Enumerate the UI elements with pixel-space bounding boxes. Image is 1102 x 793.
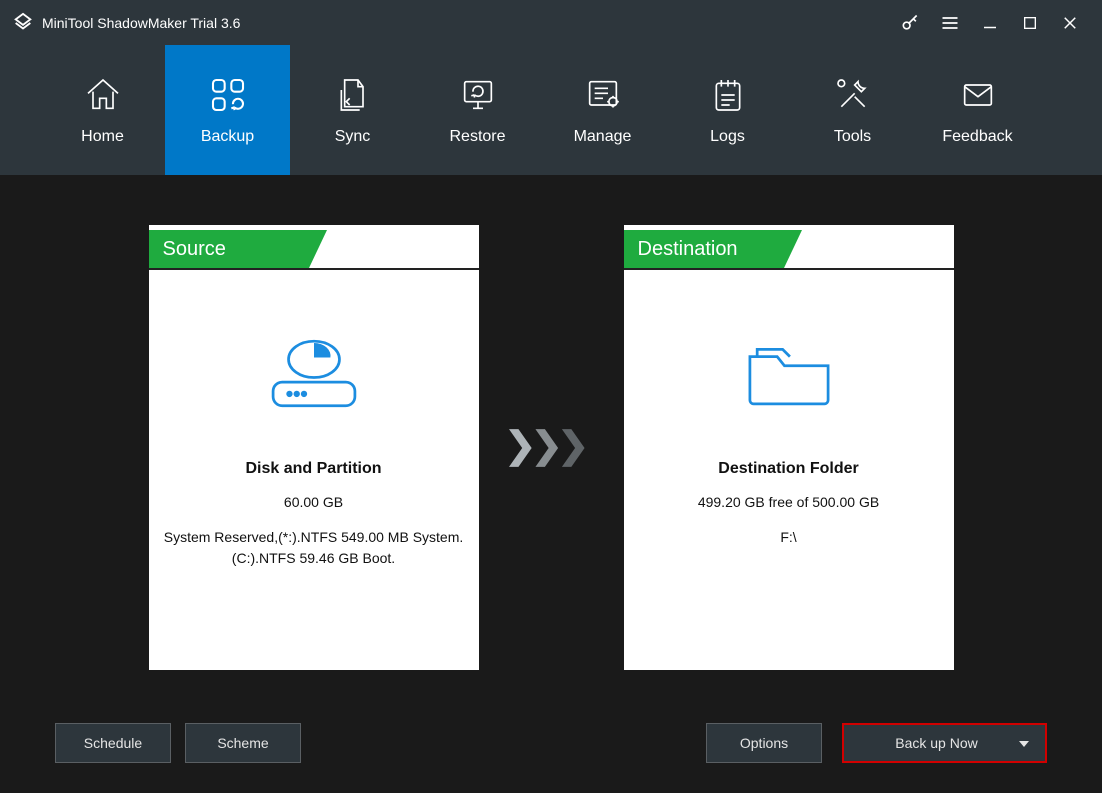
nav-tools[interactable]: Tools xyxy=(790,45,915,175)
nav-sync[interactable]: Sync xyxy=(290,45,415,175)
source-size: 60.00 GB xyxy=(274,492,353,513)
app-logo-icon xyxy=(12,12,34,34)
destination-free: 499.20 GB free of 500.00 GB xyxy=(688,492,889,513)
main-nav: Home Backup Sync Restore Manage Logs Too… xyxy=(0,45,1102,175)
scheme-button[interactable]: Scheme xyxy=(185,723,301,763)
cards-row: Source Disk and Partition 60.00 GB Syste… xyxy=(40,225,1062,670)
nav-logs[interactable]: Logs xyxy=(665,45,790,175)
nav-manage-label: Manage xyxy=(574,129,632,145)
arrows-icon xyxy=(509,428,594,468)
title-bar: MiniTool ShadowMaker Trial 3.6 xyxy=(0,0,1102,45)
key-icon[interactable] xyxy=(890,0,930,45)
menu-icon[interactable] xyxy=(930,0,970,45)
destination-path: F:\ xyxy=(770,527,806,548)
nav-restore-label: Restore xyxy=(449,129,505,145)
nav-home-label: Home xyxy=(81,129,124,145)
minimize-button[interactable] xyxy=(970,0,1010,45)
nav-home[interactable]: Home xyxy=(40,45,165,175)
source-detail: System Reserved,(*:).NTFS 549.00 MB Syst… xyxy=(149,527,479,569)
nav-feedback[interactable]: Feedback xyxy=(915,45,1040,175)
bottom-bar: Schedule Scheme Options Back up Now xyxy=(0,723,1102,763)
app-title: MiniTool ShadowMaker Trial 3.6 xyxy=(42,15,240,31)
nav-manage[interactable]: Manage xyxy=(540,45,665,175)
nav-feedback-label: Feedback xyxy=(942,129,1012,145)
maximize-button[interactable] xyxy=(1010,0,1050,45)
destination-tab: Destination xyxy=(624,230,784,268)
nav-logs-label: Logs xyxy=(710,129,745,145)
source-title: Disk and Partition xyxy=(245,460,381,478)
destination-title: Destination Folder xyxy=(718,460,858,478)
disk-icon xyxy=(264,320,364,425)
content-area: Source Disk and Partition 60.00 GB Syste… xyxy=(0,175,1102,793)
source-tab: Source xyxy=(149,230,309,268)
nav-backup-label: Backup xyxy=(201,129,254,145)
destination-card[interactable]: Destination Destination Folder 499.20 GB… xyxy=(624,225,954,670)
schedule-button[interactable]: Schedule xyxy=(55,723,171,763)
nav-restore[interactable]: Restore xyxy=(415,45,540,175)
close-button[interactable] xyxy=(1050,0,1090,45)
nav-tools-label: Tools xyxy=(834,129,871,145)
destination-tab-label: Destination xyxy=(638,238,738,261)
backup-now-button[interactable]: Back up Now xyxy=(842,723,1047,763)
folder-icon xyxy=(739,320,839,425)
source-card[interactable]: Source Disk and Partition 60.00 GB Syste… xyxy=(149,225,479,670)
source-tab-label: Source xyxy=(163,238,226,261)
nav-sync-label: Sync xyxy=(335,129,371,145)
options-button[interactable]: Options xyxy=(706,723,822,763)
nav-backup[interactable]: Backup xyxy=(165,45,290,175)
